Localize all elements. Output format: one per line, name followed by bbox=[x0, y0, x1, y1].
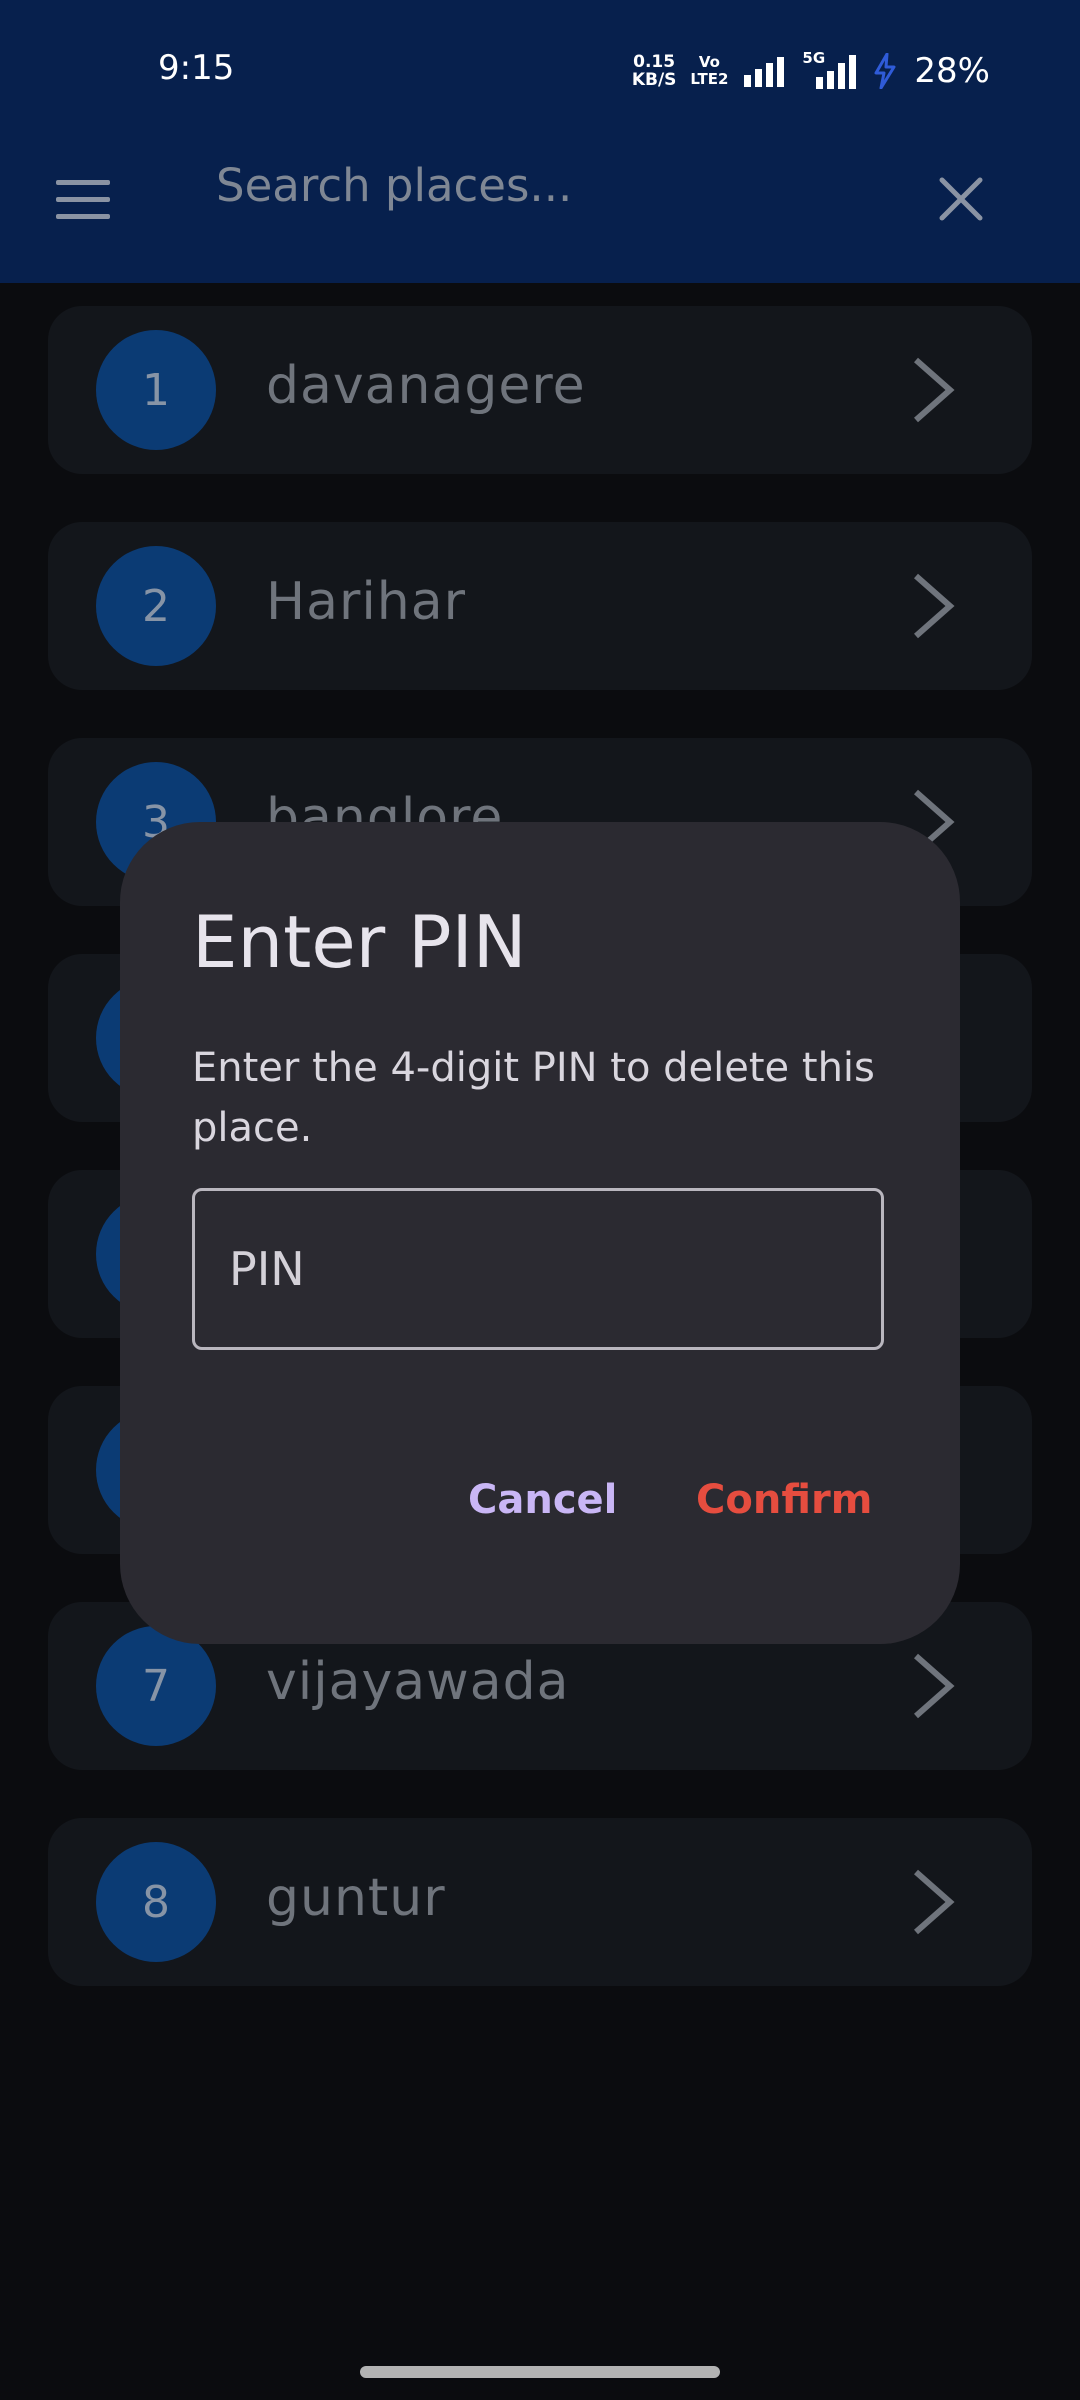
signal-bars-icon bbox=[816, 55, 857, 89]
pin-dialog: Enter PIN Enter the 4-digit PIN to delet… bbox=[120, 822, 960, 1644]
signal-strength-icon bbox=[744, 57, 785, 87]
close-icon[interactable] bbox=[936, 174, 986, 224]
cancel-button[interactable]: Cancel bbox=[448, 1462, 637, 1538]
volte-top: Vo bbox=[698, 53, 720, 71]
pin-input[interactable] bbox=[192, 1188, 884, 1350]
home-gesture-handle[interactable] bbox=[360, 2366, 720, 2378]
network-speed-unit: KB/S bbox=[631, 70, 677, 90]
search-input[interactable] bbox=[216, 150, 876, 220]
dialog-message: Enter the 4-digit PIN to delete this pla… bbox=[192, 1045, 875, 1151]
volte-indicator: Vo LTE2 bbox=[690, 54, 728, 88]
status-time: 9:15 bbox=[158, 48, 235, 88]
battery-percentage: 28% bbox=[914, 51, 990, 91]
status-icons: 0.15 KB/S Vo LTE2 5G 28% bbox=[632, 48, 990, 94]
charging-bolt-icon bbox=[874, 53, 896, 89]
hamburger-menu-icon[interactable] bbox=[54, 178, 114, 222]
confirm-button[interactable]: Confirm bbox=[676, 1462, 892, 1538]
signal-5g-icon: 5G bbox=[802, 49, 860, 91]
app-header: 9:15 0.15 KB/S Vo LTE2 5G 28% Search pla… bbox=[0, 0, 1080, 283]
volte-bottom: LTE2 bbox=[690, 70, 729, 88]
dialog-title: Enter PIN bbox=[192, 900, 527, 984]
network-speed-value: 0.15 bbox=[633, 52, 676, 72]
network-speed: 0.15 KB/S bbox=[632, 53, 677, 89]
